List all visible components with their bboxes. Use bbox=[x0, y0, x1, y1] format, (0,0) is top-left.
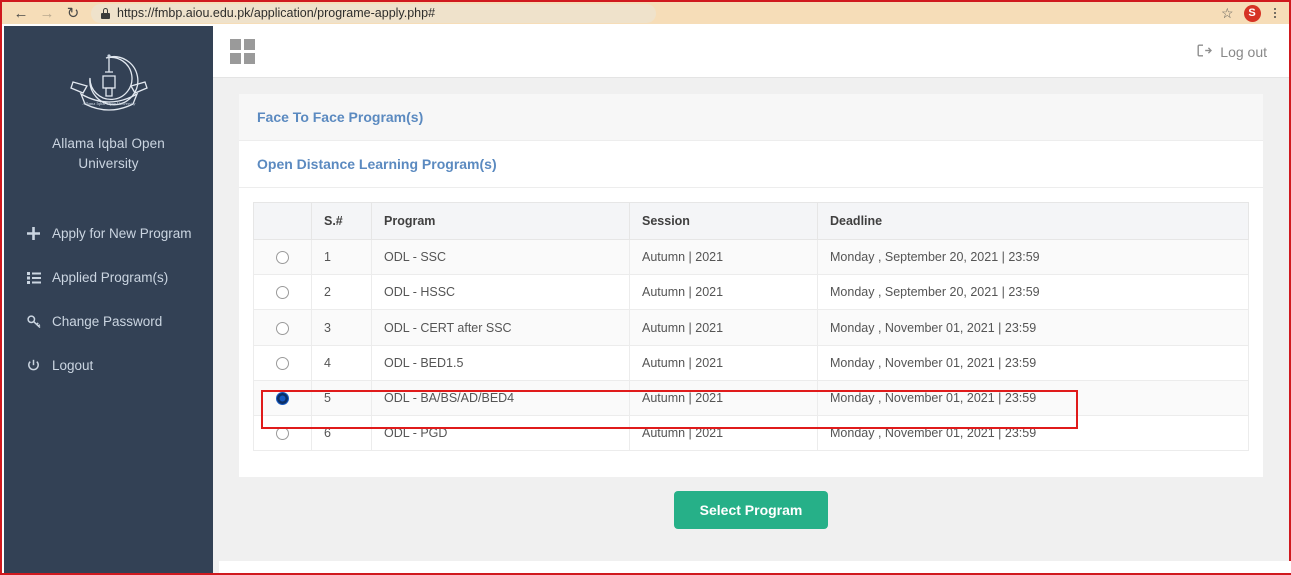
address-bar[interactable]: https://fmbp.aiou.edu.pk/application/pro… bbox=[91, 3, 656, 23]
brand-line-2: University bbox=[78, 155, 139, 171]
row-program: ODL - PGD bbox=[371, 415, 630, 452]
topbar: Log out bbox=[213, 26, 1289, 78]
program-accordion: Face To Face Program(s) Open Distance Le… bbox=[239, 94, 1263, 478]
sidebar-item-apply-for-new-program[interactable]: Apply for New Program bbox=[4, 217, 213, 250]
back-icon[interactable]: ← bbox=[8, 2, 34, 24]
row-deadline: Monday , September 20, 2021 | 23:59 bbox=[817, 238, 1249, 276]
sidebar-nav: Apply for New Program Applied Program(s)… bbox=[4, 217, 213, 393]
sign-out-icon bbox=[1197, 44, 1213, 60]
column-header-program: Program bbox=[371, 202, 630, 240]
actions-bar: Select Program bbox=[239, 477, 1263, 530]
sidebar-item-change-password[interactable]: Change Password bbox=[4, 305, 213, 338]
column-header-sn: S.# bbox=[311, 202, 372, 240]
select-program-button[interactable]: Select Program bbox=[673, 491, 829, 530]
table-row[interactable]: 2 ODL - HSSC Autumn | 2021 Monday , Sept… bbox=[253, 274, 1249, 311]
row-session: Autumn | 2021 bbox=[629, 344, 818, 381]
program-radio[interactable] bbox=[276, 356, 289, 370]
main-content: Log out Face To Face Program(s) Open Dis… bbox=[213, 26, 1291, 573]
row-session: Autumn | 2021 bbox=[629, 309, 818, 346]
star-icon[interactable]: ☆ bbox=[1221, 5, 1234, 22]
row-select-cell[interactable] bbox=[253, 344, 312, 381]
sidebar-item-label: Change Password bbox=[52, 314, 163, 330]
table-row-selected[interactable]: 5 ODL - BA/BS/AD/BED4 Autumn | 2021 Mond… bbox=[253, 379, 1249, 417]
program-radio[interactable] bbox=[276, 321, 289, 335]
row-sn: 5 bbox=[311, 379, 372, 417]
table-row[interactable]: 3 ODL - CERT after SSC Autumn | 2021 Mon… bbox=[253, 309, 1249, 346]
brand-line-1: Allama Iqbal Open bbox=[52, 136, 165, 151]
row-select-cell[interactable] bbox=[253, 274, 312, 311]
brand-block: Allama Iqbal Open University Allama Iqba… bbox=[4, 26, 213, 195]
row-sn: 2 bbox=[311, 274, 372, 311]
column-header-deadline: Deadline bbox=[817, 202, 1249, 240]
row-select-cell[interactable] bbox=[253, 309, 312, 346]
accordion-body-open-distance-learning: S.# Program Session Deadline 1 ODL - SSC… bbox=[239, 188, 1263, 478]
row-session: Autumn | 2021 bbox=[629, 379, 818, 417]
content-scroll-area: Face To Face Program(s) Open Distance Le… bbox=[213, 78, 1289, 573]
column-header-select bbox=[253, 202, 312, 240]
grid-toggle-icon[interactable] bbox=[230, 39, 255, 64]
table-header-row: S.# Program Session Deadline bbox=[253, 202, 1249, 240]
row-session: Autumn | 2021 bbox=[629, 274, 818, 311]
row-select-cell[interactable] bbox=[253, 238, 312, 276]
profile-avatar[interactable]: S bbox=[1243, 4, 1261, 22]
browser-actions: ☆ S bbox=[1221, 4, 1283, 22]
sidebar-item-label: Applied Program(s) bbox=[52, 270, 169, 286]
row-program: ODL - BED1.5 bbox=[371, 344, 630, 381]
row-sn: 6 bbox=[311, 415, 372, 452]
program-radio[interactable] bbox=[276, 427, 289, 441]
program-radio[interactable] bbox=[276, 286, 289, 300]
cut-off-content-strip bbox=[219, 561, 1291, 573]
row-sn: 1 bbox=[311, 238, 372, 276]
row-sn: 4 bbox=[311, 344, 372, 381]
row-deadline: Monday , September 20, 2021 | 23:59 bbox=[817, 274, 1249, 311]
row-deadline: Monday , November 01, 2021 | 23:59 bbox=[817, 309, 1249, 346]
reload-icon[interactable]: ↻ bbox=[60, 2, 86, 24]
brand-name: Allama Iqbal Open University bbox=[20, 134, 197, 173]
row-session: Autumn | 2021 bbox=[629, 415, 818, 452]
sidebar-item-label: Logout bbox=[52, 358, 94, 374]
sidebar-item-label: Apply for New Program bbox=[52, 226, 192, 242]
accordion-header-open-distance-learning[interactable]: Open Distance Learning Program(s) bbox=[239, 141, 1263, 188]
browser-window: ← → ↻ https://fmbp.aiou.edu.pk/applicati… bbox=[0, 0, 1291, 575]
accordion-header-face-to-face[interactable]: Face To Face Program(s) bbox=[239, 94, 1263, 141]
row-session: Autumn | 2021 bbox=[629, 238, 818, 276]
kebab-menu-icon[interactable] bbox=[1271, 7, 1280, 19]
browser-toolbar: ← → ↻ https://fmbp.aiou.edu.pk/applicati… bbox=[2, 2, 1289, 24]
table-body: 1 ODL - SSC Autumn | 2021 Monday , Septe… bbox=[253, 238, 1249, 452]
table-row[interactable]: 6 ODL - PGD Autumn | 2021 Monday , Novem… bbox=[253, 415, 1249, 452]
table-head: S.# Program Session Deadline bbox=[253, 202, 1249, 240]
row-deadline: Monday , November 01, 2021 | 23:59 bbox=[817, 344, 1249, 381]
sidebar-item-applied-programs[interactable]: Applied Program(s) bbox=[4, 261, 213, 294]
forward-icon[interactable]: → bbox=[34, 2, 60, 24]
sidebar: Allama Iqbal Open University Allama Iqba… bbox=[4, 26, 213, 573]
row-program: ODL - CERT after SSC bbox=[371, 309, 630, 346]
university-crest-icon: Allama Iqbal Open University bbox=[69, 54, 148, 111]
row-program: ODL - BA/BS/AD/BED4 bbox=[371, 379, 630, 417]
logout-button[interactable]: Log out bbox=[1197, 44, 1267, 60]
plus-icon bbox=[26, 226, 41, 241]
row-deadline: Monday , November 01, 2021 | 23:59 bbox=[817, 379, 1249, 417]
row-select-cell[interactable] bbox=[253, 379, 312, 417]
power-icon bbox=[26, 358, 41, 373]
key-icon bbox=[26, 314, 41, 329]
svg-text:Allama Iqbal Open University: Allama Iqbal Open University bbox=[82, 101, 136, 106]
table-row[interactable]: 1 ODL - SSC Autumn | 2021 Monday , Septe… bbox=[253, 238, 1249, 276]
program-radio[interactable] bbox=[276, 251, 289, 265]
table-row[interactable]: 4 ODL - BED1.5 Autumn | 2021 Monday , No… bbox=[253, 344, 1249, 381]
lock-icon bbox=[101, 7, 110, 19]
logout-label: Log out bbox=[1220, 43, 1267, 60]
row-select-cell[interactable] bbox=[253, 415, 312, 452]
programs-table: S.# Program Session Deadline 1 ODL - SSC… bbox=[253, 202, 1249, 452]
column-header-session: Session bbox=[629, 202, 818, 240]
row-program: ODL - HSSC bbox=[371, 274, 630, 311]
program-radio-selected[interactable] bbox=[276, 392, 289, 406]
sidebar-item-logout[interactable]: Logout bbox=[4, 349, 213, 382]
app-page: Allama Iqbal Open University Allama Iqba… bbox=[4, 26, 1291, 573]
list-icon bbox=[26, 270, 41, 285]
row-deadline: Monday , November 01, 2021 | 23:59 bbox=[817, 415, 1249, 452]
row-program: ODL - SSC bbox=[371, 238, 630, 276]
url-text: https://fmbp.aiou.edu.pk/application/pro… bbox=[117, 6, 436, 20]
row-sn: 3 bbox=[311, 309, 372, 346]
